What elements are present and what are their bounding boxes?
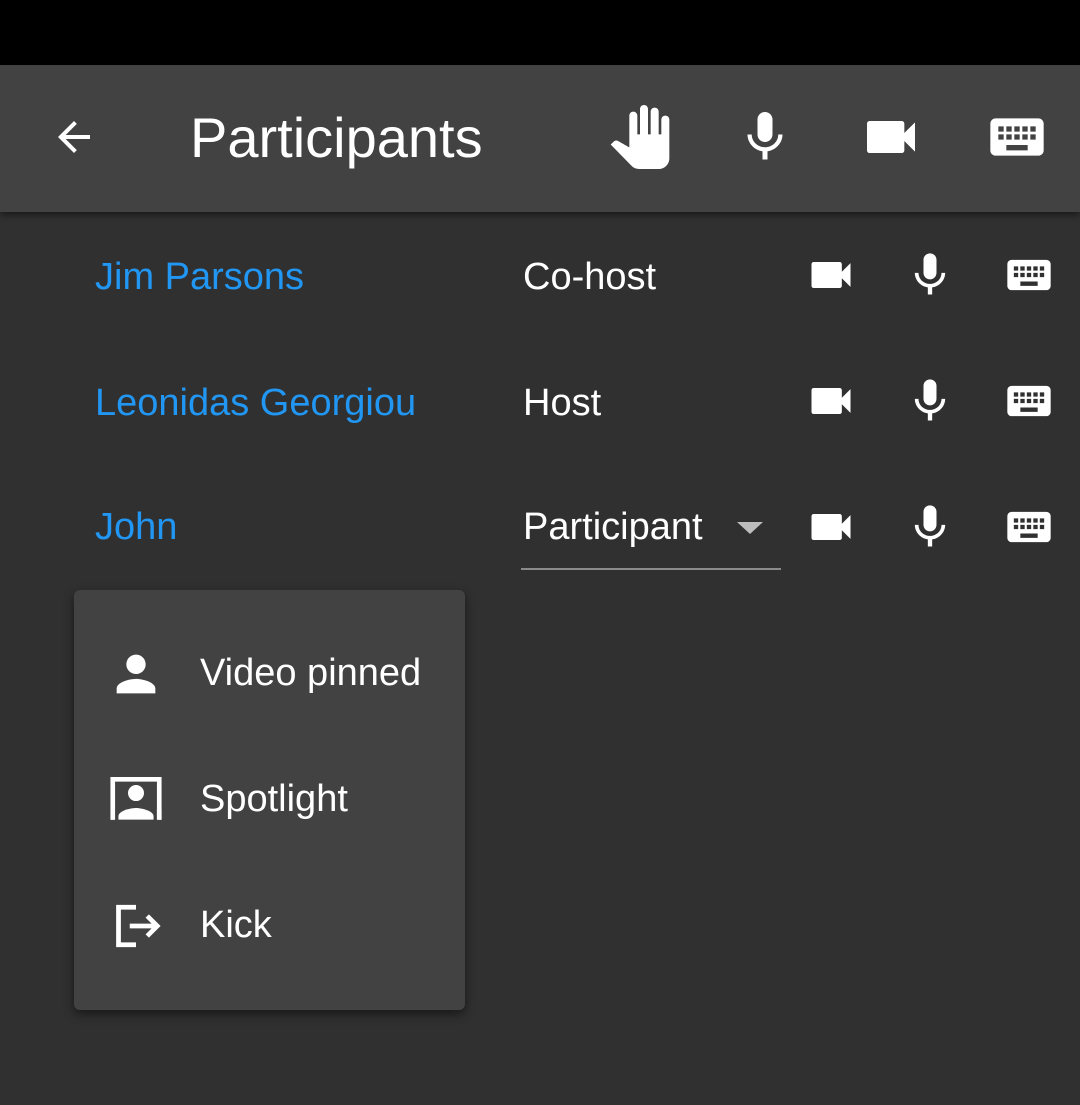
participant-video-button[interactable] xyxy=(805,375,857,427)
microphone-icon xyxy=(747,112,783,160)
spotlight-icon xyxy=(104,768,168,832)
video-camera-icon xyxy=(867,121,915,153)
video-camera-icon xyxy=(811,262,851,288)
participant-row: John Participant xyxy=(0,484,1080,584)
exit-icon xyxy=(104,894,168,958)
participant-name[interactable]: Jim Parsons xyxy=(95,254,304,300)
raise-hand-icon xyxy=(610,105,670,169)
participant-row: Jim Parsons Co-host xyxy=(0,253,1080,354)
keyboard-icon xyxy=(1007,511,1051,543)
menu-item-video-pinned[interactable]: Video pinned xyxy=(74,612,465,732)
keyboard-icon xyxy=(1007,259,1051,291)
status-bar xyxy=(0,0,1080,65)
participant-context-menu: Video pinned Spotlight Kick xyxy=(74,590,465,1010)
participant-name[interactable]: John xyxy=(95,504,177,550)
participant-keyboard-button[interactable] xyxy=(1003,375,1055,427)
video-camera-icon xyxy=(811,388,851,414)
app-bar: Participants xyxy=(0,65,1080,212)
participant-video-button[interactable] xyxy=(805,501,857,553)
participant-mic-button[interactable] xyxy=(904,249,956,301)
back-arrow-icon xyxy=(58,121,90,153)
menu-item-label: Kick xyxy=(200,904,272,946)
menu-item-label: Spotlight xyxy=(200,778,348,820)
dropdown-arrow-icon xyxy=(737,522,763,534)
microphone-icon xyxy=(914,505,946,547)
page-title: Participants xyxy=(190,106,483,169)
participant-role: Co-host xyxy=(523,256,657,298)
participant-row: Leonidas Georgiou Host xyxy=(0,379,1080,480)
person-icon xyxy=(104,642,168,706)
microphone-icon xyxy=(914,253,946,295)
participant-keyboard-button[interactable] xyxy=(1003,249,1055,301)
raise-hand-button[interactable] xyxy=(608,105,672,169)
keyboard-button[interactable] xyxy=(985,105,1049,169)
menu-item-label: Video pinned xyxy=(200,652,422,694)
keyboard-icon xyxy=(990,118,1044,156)
participant-role: Host xyxy=(523,382,602,424)
video-camera-button[interactable] xyxy=(859,105,923,169)
menu-item-kick[interactable]: Kick xyxy=(74,864,465,984)
participant-mic-button[interactable] xyxy=(904,501,956,553)
participant-mic-button[interactable] xyxy=(904,375,956,427)
video-camera-icon xyxy=(811,514,851,540)
microphone-icon xyxy=(914,379,946,421)
participant-video-button[interactable] xyxy=(805,249,857,301)
microphone-button[interactable] xyxy=(733,105,797,169)
keyboard-icon xyxy=(1007,385,1051,417)
participant-name[interactable]: Leonidas Georgiou xyxy=(95,380,416,426)
role-select-value: Participant xyxy=(523,506,703,548)
role-select[interactable]: Participant xyxy=(521,484,781,570)
menu-item-spotlight[interactable]: Spotlight xyxy=(74,738,465,858)
back-button[interactable] xyxy=(42,105,106,169)
participant-keyboard-button[interactable] xyxy=(1003,501,1055,553)
